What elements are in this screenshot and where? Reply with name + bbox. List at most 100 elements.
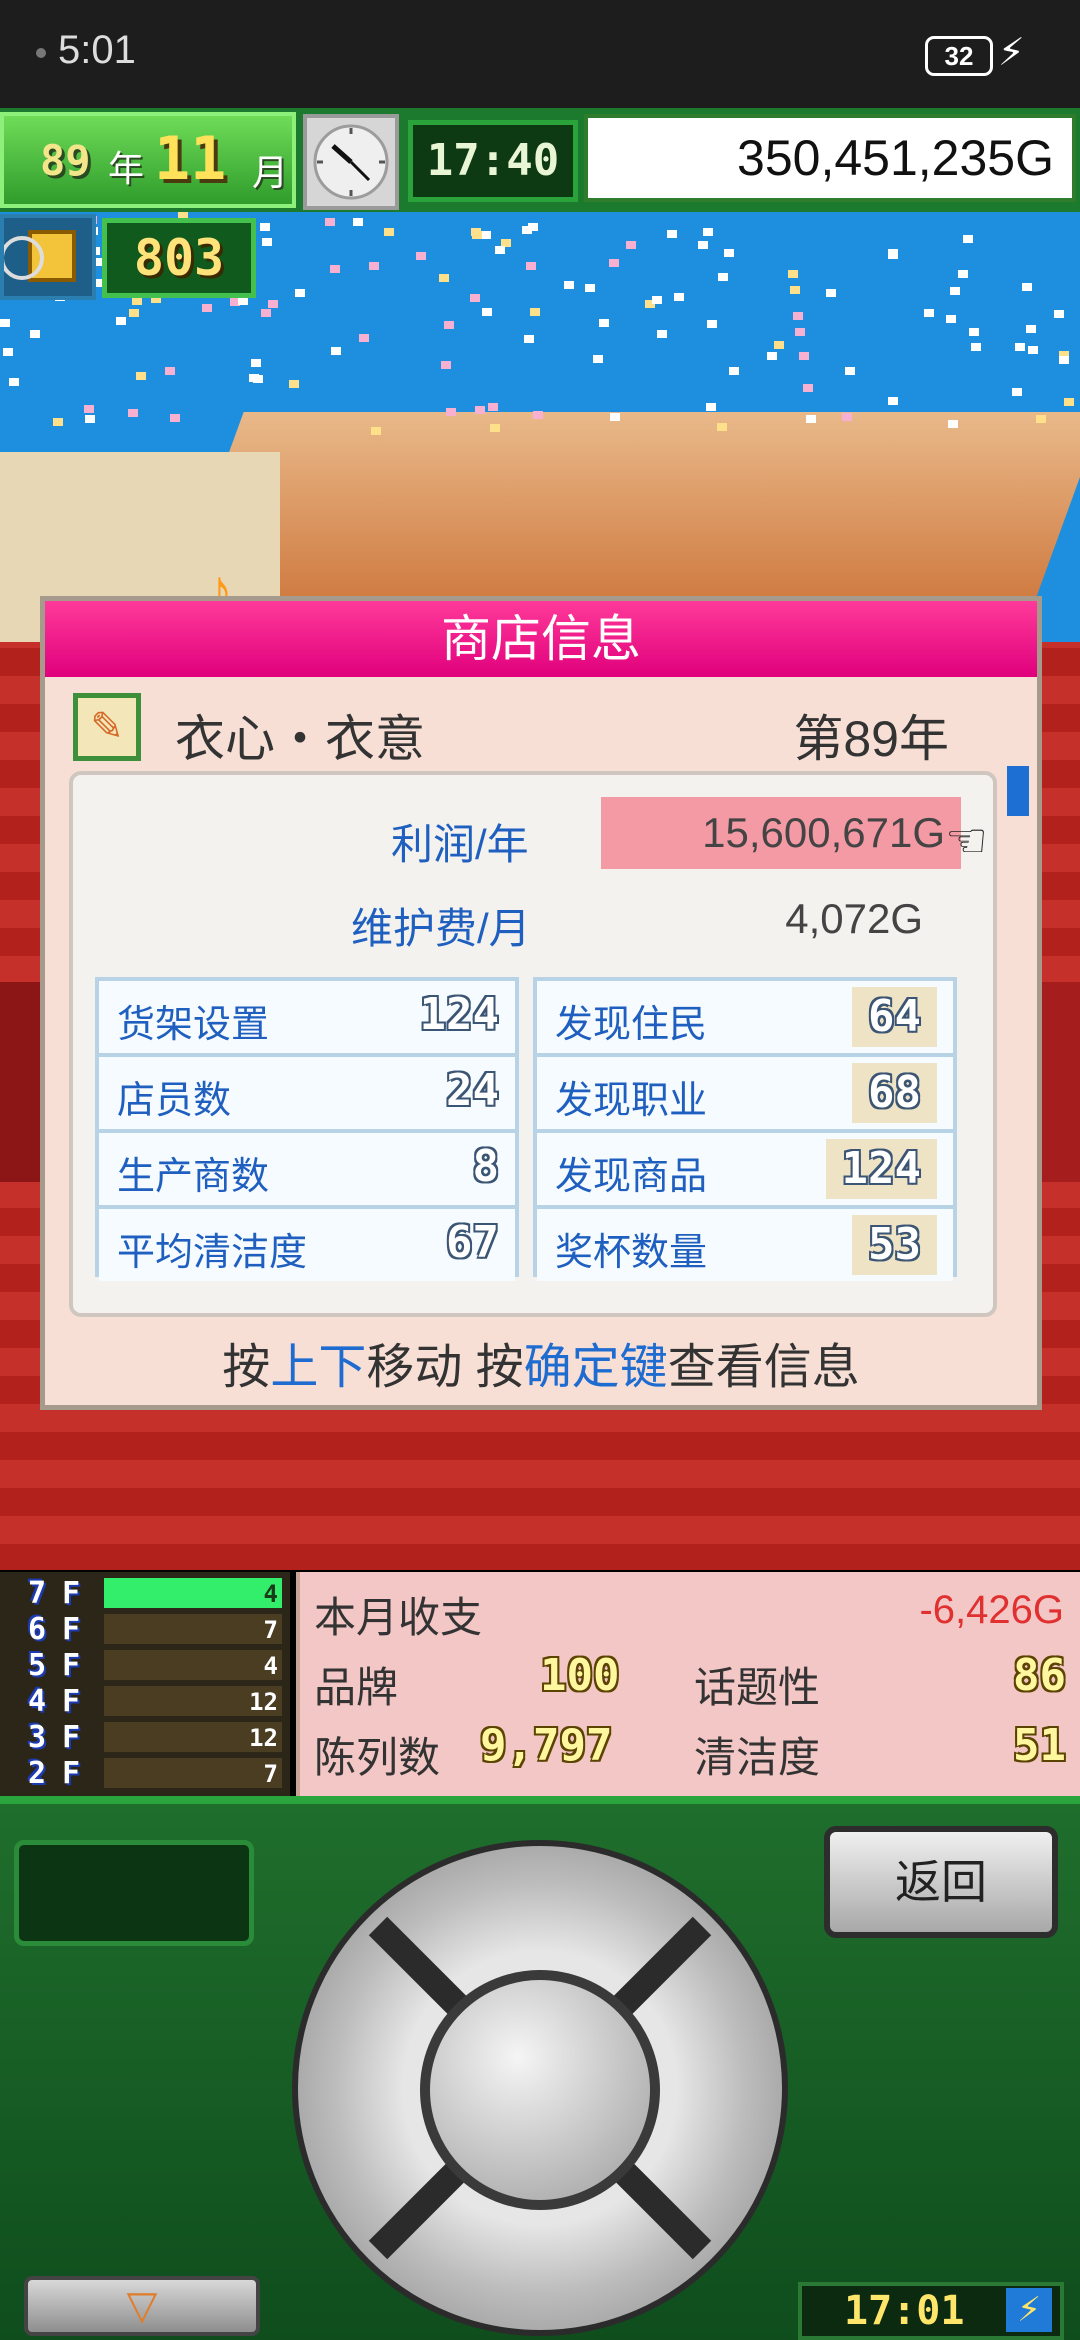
confetti-piece: [826, 289, 836, 297]
floor-count: 7: [263, 1616, 278, 1644]
year-value: 89: [40, 136, 91, 185]
hint-text: 查看信息: [667, 1341, 860, 1394]
floor-item[interactable]: 5 F 4: [10, 1648, 282, 1683]
profit-value[interactable]: 15,600,671G: [601, 797, 961, 869]
floor-label: F: [62, 1648, 81, 1683]
confetti-piece: [0, 319, 10, 327]
floor-number: 6: [28, 1612, 47, 1647]
confetti-piece: [1059, 356, 1069, 364]
controller-screen: [14, 1840, 254, 1946]
floor-list[interactable]: 7 F 4 6 F 7 5 F 4 4 F 12 3 F 12 2 F 7: [0, 1572, 290, 1796]
medal-count: 803: [102, 218, 256, 298]
stat-label: 奖杯数量: [555, 1232, 708, 1274]
stat-label: 货架设置: [117, 1004, 270, 1046]
stat-row: 奖杯数量 53: [537, 1209, 953, 1281]
confetti-piece: [724, 249, 734, 257]
pointing-hand-icon: ☜: [945, 815, 989, 868]
confetti-piece: [1064, 398, 1074, 406]
stat-label: 生产商数: [117, 1156, 270, 1198]
floor-item[interactable]: 6 F 7: [10, 1612, 282, 1647]
confetti-piece: [533, 411, 543, 419]
confetti-piece: [170, 414, 180, 422]
confetti-piece: [331, 347, 341, 355]
floor-label: F: [62, 1684, 81, 1719]
floor-number: 3: [28, 1720, 47, 1755]
floor-label: F: [62, 1576, 81, 1611]
confetti-piece: [325, 218, 335, 226]
floor-number: 2: [28, 1756, 47, 1791]
confetti-piece: [482, 308, 492, 316]
confetti-piece: [289, 380, 299, 388]
back-button[interactable]: 返回: [824, 1826, 1058, 1938]
confetti-piece: [53, 418, 63, 426]
maintenance-label: 维护费/月: [351, 905, 531, 952]
confetti-piece: [128, 409, 138, 417]
confetti-piece: [969, 328, 979, 336]
confetti-piece: [249, 374, 259, 382]
dpad-center-button[interactable]: [420, 1970, 660, 2210]
confetti-piece: [1028, 346, 1038, 354]
confetti-piece: [799, 352, 809, 360]
left-stats-table: 货架设置 124 店员数 24 生产商数 8 平均清洁度 67: [95, 977, 519, 1281]
hint-text: 移动 按: [366, 1341, 524, 1394]
confetti-piece: [888, 397, 898, 405]
stat-row: 货架设置 124: [99, 981, 515, 1057]
stat-row: 发现住民 64: [537, 981, 953, 1057]
confetti-piece: [295, 289, 305, 297]
confetti-piece: [950, 287, 960, 295]
scrollbar[interactable]: [1007, 766, 1029, 1318]
monthly-balance-label: 本月收支: [314, 1594, 483, 1641]
stat-value: 53: [852, 1215, 937, 1275]
scrollbar-thumb[interactable]: [1007, 766, 1029, 816]
confetti-piece: [718, 273, 728, 281]
confetti-piece: [85, 415, 95, 423]
confetti-piece: [1054, 310, 1064, 318]
stat-row: 发现职业 68: [537, 1057, 953, 1133]
notification-dot: [36, 48, 46, 58]
confetti-piece: [793, 312, 803, 320]
confetti-piece: [353, 218, 363, 226]
floor-bar: 4: [104, 1650, 282, 1680]
floor-count: 7: [263, 1760, 278, 1788]
controller-panel: 返回 ▽ 17:01 ⚡: [0, 1796, 1080, 2340]
edit-pencil-icon[interactable]: ✎: [73, 693, 141, 761]
date-display: 89 年 11 月: [0, 112, 296, 208]
floor-item[interactable]: 3 F 12: [10, 1720, 282, 1755]
display-label: 陈列数: [314, 1734, 441, 1781]
confetti-piece: [129, 309, 139, 317]
confetti-piece: [475, 406, 485, 414]
confetti-piece: [165, 367, 175, 375]
confetti-piece: [1012, 388, 1022, 396]
confetti-piece: [674, 293, 684, 301]
down-arrow-button[interactable]: ▽: [24, 2276, 260, 2336]
battery-icon: 32: [925, 36, 993, 76]
stat-row: 生产商数 8: [99, 1133, 515, 1209]
stat-row: 发现商品 124: [537, 1133, 953, 1209]
stat-label: 店员数: [117, 1080, 232, 1122]
confetti-piece: [444, 321, 454, 329]
stat-row: 平均清洁度 67: [99, 1209, 515, 1281]
confetti-piece: [948, 420, 958, 428]
floor-item[interactable]: 2 F 7: [10, 1756, 282, 1791]
confetti-piece: [330, 265, 340, 273]
confetti-piece: [585, 284, 595, 292]
profit-label: 利润/年: [391, 821, 529, 868]
floor-item[interactable]: 7 F 4: [10, 1576, 282, 1611]
stat-value: 124: [419, 989, 499, 1040]
shop-name: 衣心・衣意: [175, 711, 425, 767]
floor-count: 12: [249, 1688, 278, 1716]
confetti-piece: [806, 415, 816, 423]
floor-item[interactable]: 4 F 12: [10, 1684, 282, 1719]
confetti-piece: [471, 228, 481, 236]
confetti-piece: [470, 294, 480, 302]
stat-value: 64: [852, 987, 937, 1047]
confetti-piece: [116, 317, 126, 325]
stat-row: 店员数 24: [99, 1057, 515, 1133]
confetti-piece: [717, 423, 727, 431]
confetti-piece: [609, 259, 619, 267]
floor-label: F: [62, 1612, 81, 1647]
confetti-piece: [845, 367, 855, 375]
display-value: 9,797: [480, 1720, 613, 1771]
confetti-piece: [526, 262, 536, 270]
navigation-hint: 按上下移动 按确定键查看信息: [45, 1327, 1037, 1397]
